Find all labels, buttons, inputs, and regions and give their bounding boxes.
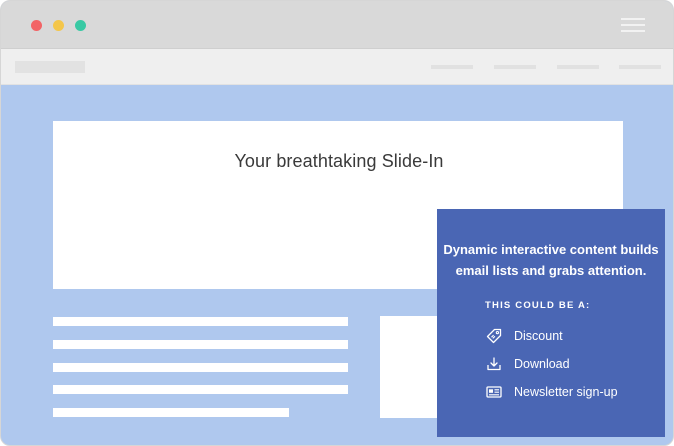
- menu-icon-bar: [621, 30, 645, 32]
- option-label: Discount: [514, 329, 563, 343]
- slide-in-headline-line: Dynamic interactive content builds: [443, 242, 659, 257]
- option-download[interactable]: Download: [485, 355, 570, 373]
- close-button[interactable]: [31, 20, 42, 31]
- nav-link-placeholder[interactable]: [494, 65, 536, 69]
- text-line-placeholder: [53, 408, 289, 417]
- slide-in-headline-line: email lists and grabs attention.: [455, 263, 647, 278]
- tag-icon: [485, 327, 503, 345]
- nav-link-placeholder[interactable]: [619, 65, 661, 69]
- nav-link-placeholder[interactable]: [431, 65, 473, 69]
- option-label: Download: [514, 357, 570, 371]
- text-line-placeholder: [53, 340, 348, 349]
- browser-window: Your breathtaking Slide-In Dynamic inter…: [0, 0, 674, 446]
- hero-title: Your breathtaking Slide-In: [234, 151, 444, 171]
- option-newsletter[interactable]: Newsletter sign-up: [485, 383, 618, 401]
- menu-icon-bar: [621, 24, 645, 26]
- slide-in-subheading: THIS COULD BE A:: [485, 300, 591, 311]
- menu-icon-bar: [621, 18, 645, 20]
- text-line-placeholder: [53, 317, 348, 326]
- site-header: [1, 49, 673, 85]
- text-line-placeholder: [53, 385, 348, 394]
- download-icon: [485, 355, 503, 373]
- slide-in-panel[interactable]: Dynamic interactive content builds email…: [437, 209, 665, 437]
- text-line-placeholder: [53, 363, 348, 372]
- newsletter-icon: [485, 383, 503, 401]
- slide-in-headline: Dynamic interactive content builds email…: [437, 239, 665, 281]
- option-discount[interactable]: Discount: [485, 327, 563, 345]
- minimize-button[interactable]: [53, 20, 64, 31]
- menu-icon[interactable]: [621, 17, 645, 33]
- maximize-button[interactable]: [75, 20, 86, 31]
- option-label: Newsletter sign-up: [514, 385, 618, 399]
- nav-link-placeholder[interactable]: [557, 65, 599, 69]
- logo-placeholder[interactable]: [15, 61, 85, 73]
- title-bar: [1, 1, 673, 49]
